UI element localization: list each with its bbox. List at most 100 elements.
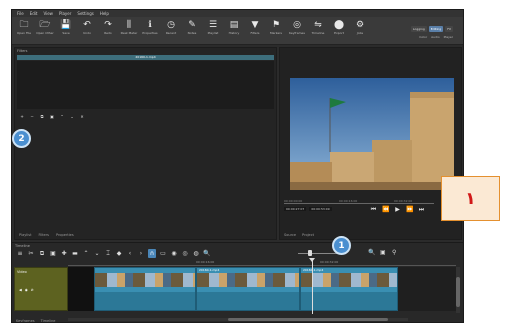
- tab-playlist[interactable]: Playlist: [19, 233, 31, 237]
- tab-filters[interactable]: Filters: [38, 233, 49, 237]
- append-icon[interactable]: ✚: [60, 249, 68, 258]
- zoom-fit-icon[interactable]: ▣: [380, 249, 386, 256]
- blank-gap[interactable]: [68, 267, 94, 311]
- timeline-ruler[interactable]: 00:00:16:00 00:00:32:00: [68, 260, 456, 266]
- tab-source[interactable]: Source: [284, 233, 296, 237]
- menu-icon[interactable]: ≡: [16, 249, 24, 258]
- notes-button[interactable]: ✎ Notes: [184, 20, 200, 42]
- clip-1[interactable]: [94, 267, 196, 311]
- open-file-button[interactable]: 🗀 Open File: [16, 20, 32, 42]
- peak-meter-button[interactable]: ⫼ Peak Meter: [121, 20, 138, 42]
- remove-filter-icon[interactable]: −: [29, 114, 35, 119]
- mute-icon[interactable]: ◀: [19, 288, 22, 292]
- filters-button[interactable]: ▼ Filters: [247, 20, 263, 42]
- hide-icon[interactable]: ◉: [25, 288, 28, 292]
- fast-forward-icon[interactable]: ⏩: [406, 206, 413, 214]
- timecode-current[interactable]: 00:00:27:07: [284, 207, 307, 211]
- menu-help[interactable]: Help: [100, 11, 109, 16]
- filter-list[interactable]: [17, 61, 274, 109]
- playlist-button[interactable]: ☰ Playlist: [205, 20, 221, 42]
- timeline-vertical-scrollbar[interactable]: [456, 267, 460, 313]
- timeline-icon: ⇋: [314, 20, 322, 30]
- ruler-mark: 00:00:32:00: [320, 260, 339, 264]
- ripple-markers-icon[interactable]: ◍: [192, 249, 200, 258]
- video-frame-image: [290, 78, 454, 190]
- skip-next-icon[interactable]: ⏭: [418, 206, 425, 214]
- zoom-slider-handle[interactable]: [308, 250, 312, 256]
- filter-down-icon[interactable]: ⌄: [69, 114, 75, 119]
- tab-project[interactable]: Project: [302, 233, 314, 237]
- clip-2[interactable]: 20160-1.mp4: [196, 267, 300, 311]
- video-track-header[interactable]: Video ◀ ◉ ⊘: [14, 267, 68, 311]
- scrollbar-thumb[interactable]: [456, 277, 460, 307]
- clip-thumbnails: [197, 273, 299, 287]
- rewind-icon[interactable]: ⏪: [382, 206, 389, 214]
- tab-keyframes[interactable]: Keyframes: [16, 319, 35, 322]
- jobs-button[interactable]: ⚙ Jobs: [352, 20, 368, 42]
- scrub-icon[interactable]: ▭: [159, 249, 167, 258]
- remove-icon[interactable]: ▬: [71, 249, 79, 258]
- peak-meter-icon: ⫼: [126, 20, 132, 30]
- scrollbar-thumb[interactable]: [228, 318, 388, 321]
- tab-timeline[interactable]: Timeline: [41, 319, 56, 322]
- play-icon[interactable]: ▶: [394, 206, 401, 214]
- jobs-icon: ⚙: [355, 20, 365, 30]
- callout-1: 1: [332, 236, 351, 255]
- filter-up-icon[interactable]: ⌃: [59, 114, 65, 119]
- layout-color[interactable]: Color: [419, 35, 427, 39]
- overwrite-icon[interactable]: ⌄: [93, 249, 101, 258]
- player-ruler[interactable]: 00:00:00:00 00:00:16:00 00:00:32:00: [284, 199, 434, 204]
- export-icon: ⬤: [333, 20, 345, 30]
- toolbar-label: Export: [334, 31, 344, 35]
- recent-button[interactable]: ◷ Recent: [163, 20, 179, 42]
- history-button[interactable]: ▤ History: [226, 20, 242, 42]
- next-marker-icon[interactable]: ›: [137, 249, 145, 258]
- menu-player[interactable]: Player: [59, 11, 71, 16]
- save-button[interactable]: 💾 Save: [58, 20, 74, 42]
- history-icon: ▤: [229, 20, 239, 30]
- lock-icon[interactable]: ⊘: [31, 288, 34, 292]
- playhead[interactable]: [312, 260, 313, 314]
- layout-logging[interactable]: Logging: [410, 26, 427, 32]
- zoom-out-icon[interactable]: 🔍: [203, 249, 211, 258]
- export-button[interactable]: ⬤ Export: [331, 20, 347, 42]
- copy-icon[interactable]: ⧉: [38, 249, 46, 258]
- lift-icon[interactable]: ⌃: [82, 249, 90, 258]
- markers-button[interactable]: ⚑ Markers: [268, 20, 284, 42]
- cut-icon[interactable]: ✂: [27, 249, 35, 258]
- snap-icon[interactable]: ∩: [148, 249, 156, 258]
- paste-icon[interactable]: ▣: [49, 249, 57, 258]
- add-filter-icon[interactable]: +: [19, 114, 25, 119]
- timecode-display: 00:00:27:07 00:00:53:09: [284, 207, 332, 211]
- ripple-icon[interactable]: ◉: [170, 249, 178, 258]
- menu-edit[interactable]: Edit: [30, 11, 38, 16]
- menu-settings[interactable]: Settings: [77, 11, 93, 16]
- clip-3[interactable]: 20160-1.mp4: [300, 267, 398, 311]
- open-other-button[interactable]: 🗁 Open Other: [36, 20, 53, 42]
- record-audio-icon[interactable]: ⚲: [392, 249, 396, 256]
- zoom-in-icon[interactable]: 🔍: [368, 249, 375, 256]
- copy-filter-icon[interactable]: ⧉: [39, 114, 45, 119]
- filter-clip-name: 20160-1.mp4: [17, 55, 274, 60]
- undo-button[interactable]: ↶ Undo: [79, 20, 95, 42]
- timeline-horizontal-scrollbar[interactable]: [68, 318, 408, 321]
- split-icon[interactable]: ⌶: [104, 249, 112, 258]
- ripple-all-icon[interactable]: ◎: [181, 249, 189, 258]
- tab-properties[interactable]: Properties: [56, 233, 74, 237]
- layout-fx[interactable]: FX: [445, 26, 453, 32]
- deselect-filter-icon[interactable]: ✕: [79, 114, 85, 119]
- redo-button[interactable]: ↷ Redo: [100, 20, 116, 42]
- properties-button[interactable]: ℹ Properties: [142, 20, 158, 42]
- keyframes-button[interactable]: ◎ Keyframes: [289, 20, 305, 42]
- layout-audio[interactable]: Audio: [431, 35, 440, 39]
- menu-file[interactable]: File: [17, 11, 24, 16]
- layout-player[interactable]: Player: [444, 35, 453, 39]
- playlist-icon: ☰: [208, 20, 218, 30]
- prev-marker-icon[interactable]: ‹: [126, 249, 134, 258]
- timeline-button[interactable]: ⇋ Timeline: [310, 20, 326, 42]
- paste-filter-icon[interactable]: ▣: [49, 114, 55, 119]
- skip-previous-icon[interactable]: ⏮: [370, 206, 377, 214]
- menu-view[interactable]: View: [43, 11, 53, 16]
- layout-editing[interactable]: Editing: [428, 26, 444, 32]
- marker-icon[interactable]: ◆: [115, 249, 123, 258]
